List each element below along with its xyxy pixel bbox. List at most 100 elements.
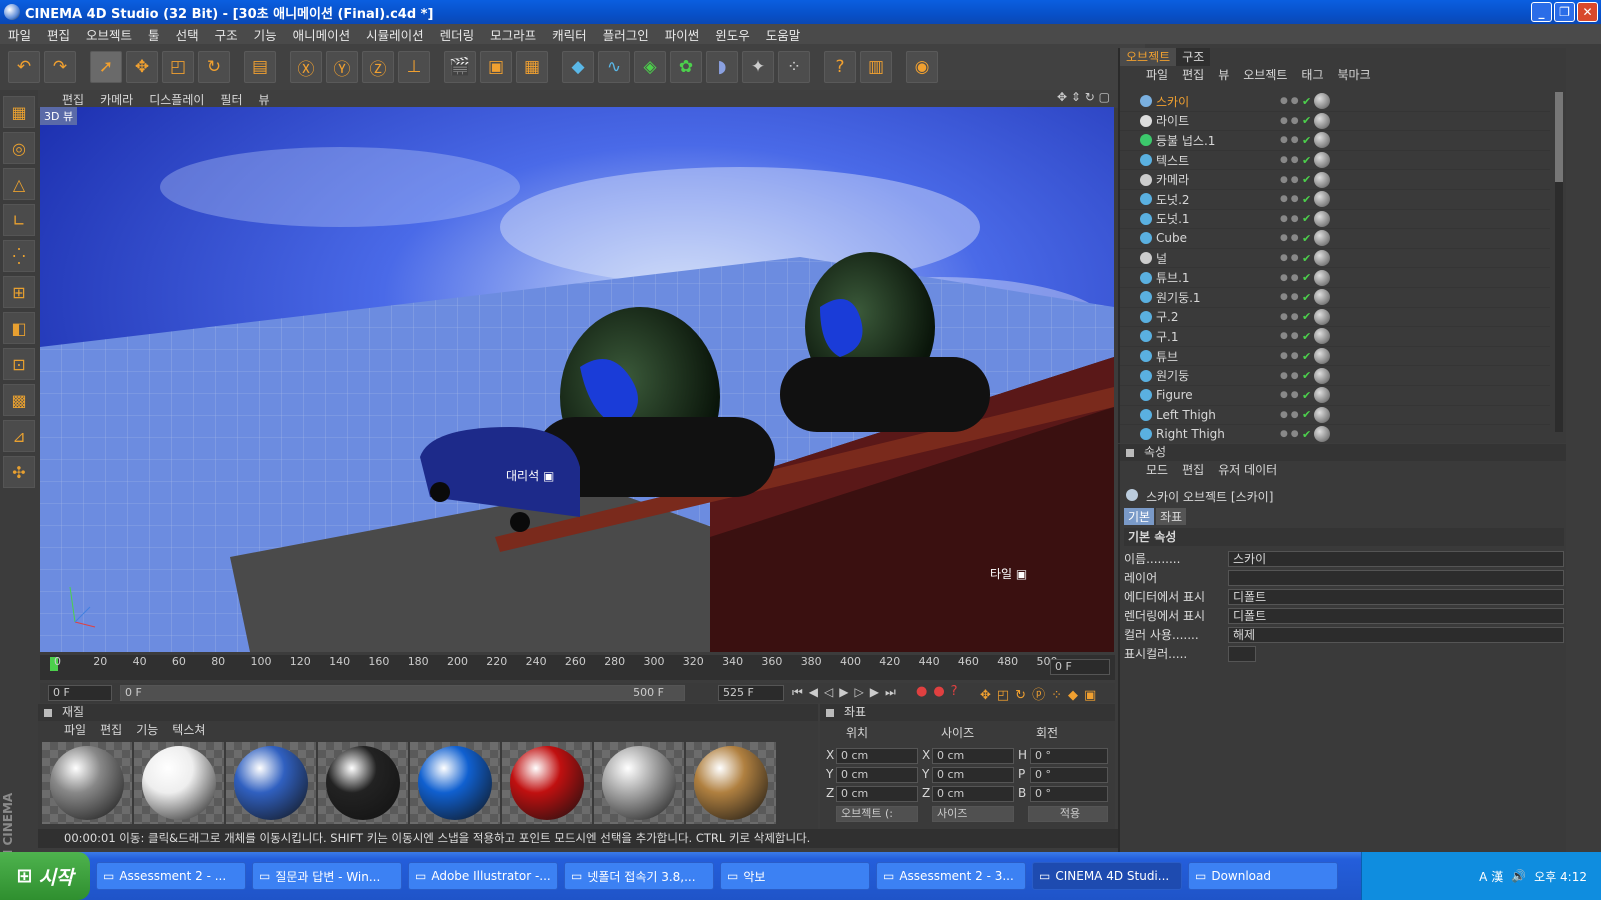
- enable-check-icon[interactable]: ✔: [1302, 310, 1311, 323]
- position-field[interactable]: 0 cm: [836, 786, 918, 802]
- enable-check-icon[interactable]: ✔: [1302, 291, 1311, 304]
- position-field[interactable]: 0 cm: [836, 748, 918, 764]
- move-icon[interactable]: ✥: [126, 51, 158, 83]
- coord-mode-dropdown[interactable]: 오브젝트 (:: [836, 806, 918, 822]
- menu-item[interactable]: 편집: [39, 25, 78, 44]
- nurbs-icon[interactable]: ◈: [634, 51, 666, 83]
- object-menu-item[interactable]: 오브젝트: [1243, 66, 1287, 83]
- material-swatch[interactable]: [594, 742, 684, 824]
- menu-item[interactable]: 파일: [0, 25, 39, 44]
- rotate-icon[interactable]: ↻: [198, 51, 230, 83]
- menu-item[interactable]: 툴: [140, 25, 168, 44]
- material-tag-icon[interactable]: [1314, 191, 1330, 208]
- material-tag-icon[interactable]: [1314, 93, 1330, 110]
- attr-value-field[interactable]: 해제: [1228, 626, 1564, 643]
- enable-check-icon[interactable]: ✔: [1302, 271, 1311, 284]
- enable-check-icon[interactable]: ✔: [1302, 252, 1311, 265]
- material-menu-item[interactable]: 텍스쳐: [172, 721, 205, 738]
- menu-item[interactable]: 애니메이션: [285, 25, 359, 44]
- attr-tab[interactable]: 기본: [1124, 508, 1155, 525]
- material-swatch[interactable]: [502, 742, 592, 824]
- deformer-icon[interactable]: ◗: [706, 51, 738, 83]
- material-swatch[interactable]: [410, 742, 500, 824]
- start-button[interactable]: ⊞ 시작: [0, 852, 90, 900]
- render-view-icon[interactable]: 🎬: [444, 51, 476, 83]
- 3d-viewport[interactable]: 3D 뷰 대리석 ▣ 타일 ▣: [40, 107, 1114, 652]
- scene-icon[interactable]: ✦: [742, 51, 774, 83]
- size-field[interactable]: 0 cm: [932, 767, 1014, 783]
- viewport-menu-item[interactable]: 디스플레이: [149, 91, 204, 108]
- object-row[interactable]: 텍스트 ● ● ✔: [1120, 151, 1550, 171]
- attr-menu-item[interactable]: 유저 데이터: [1218, 461, 1277, 478]
- material-swatch[interactable]: [686, 742, 776, 824]
- material-tag-icon[interactable]: [1314, 289, 1330, 306]
- menu-item[interactable]: 도움말: [758, 25, 809, 44]
- material-tag-icon[interactable]: [1314, 367, 1330, 384]
- visibility-dots[interactable]: ● ●: [1280, 312, 1299, 322]
- size-field[interactable]: 0 cm: [932, 786, 1014, 802]
- select-arrow-icon[interactable]: ➚: [90, 51, 122, 83]
- material-tag-icon[interactable]: [1314, 328, 1330, 345]
- points-mode-icon[interactable]: ⁛: [3, 240, 35, 272]
- edges-mode-icon[interactable]: ⊞: [3, 276, 35, 308]
- end-frame-field[interactable]: 525 F: [718, 685, 784, 701]
- viewport-menu-item[interactable]: 편집: [62, 91, 84, 108]
- enable-check-icon[interactable]: ✔: [1302, 95, 1311, 108]
- scale-icon[interactable]: ◰: [162, 51, 194, 83]
- object-row[interactable]: 원기둥 ● ● ✔: [1120, 366, 1550, 386]
- start-frame-field[interactable]: 0 F: [48, 685, 112, 701]
- cube-primitive-icon[interactable]: ◆: [562, 51, 594, 83]
- material-menu-item[interactable]: 편집: [100, 721, 122, 738]
- material-swatch[interactable]: [226, 742, 316, 824]
- enable-check-icon[interactable]: ✔: [1302, 428, 1311, 441]
- viewport-menu-item[interactable]: 필터: [220, 91, 242, 108]
- visibility-dots[interactable]: ● ●: [1280, 253, 1299, 263]
- visibility-dots[interactable]: ● ●: [1280, 214, 1299, 224]
- material-tag-icon[interactable]: [1314, 426, 1330, 443]
- visibility-dots[interactable]: ● ●: [1280, 410, 1299, 420]
- z-axis-icon[interactable]: Ⓩ: [362, 51, 394, 83]
- sculpt-icon[interactable]: ◎: [3, 132, 35, 164]
- object-row[interactable]: Figure ● ● ✔: [1120, 386, 1550, 406]
- enable-check-icon[interactable]: ✔: [1302, 134, 1311, 147]
- taskbar-button[interactable]: ▭ 넷폴더 접속기 3.8,...: [564, 862, 714, 890]
- taskbar-button[interactable]: ▭ 악보: [720, 862, 870, 890]
- help-icon[interactable]: ?: [824, 51, 856, 83]
- keyframe-buttons[interactable]: ✥◰↻ⓟ⁘◆▣: [980, 684, 1102, 703]
- material-tag-icon[interactable]: [1314, 348, 1330, 365]
- close-button[interactable]: ✕: [1577, 2, 1598, 22]
- array-icon[interactable]: ✿: [670, 51, 702, 83]
- object-row[interactable]: 구.1 ● ● ✔: [1120, 327, 1550, 347]
- material-menu-item[interactable]: 파일: [64, 721, 86, 738]
- playback-controls[interactable]: ⏮◀◁▶▷▶⏭: [792, 685, 902, 700]
- enable-check-icon[interactable]: ✔: [1302, 212, 1311, 225]
- object-mode-icon[interactable]: ∟: [3, 204, 35, 236]
- visibility-dots[interactable]: ● ●: [1280, 175, 1299, 185]
- menu-item[interactable]: 기능: [246, 25, 285, 44]
- visibility-dots[interactable]: ● ●: [1280, 135, 1299, 145]
- object-row[interactable]: 도넛.1 ● ● ✔: [1120, 210, 1550, 230]
- material-tag-icon[interactable]: [1314, 387, 1330, 404]
- material-tag-icon[interactable]: [1314, 250, 1330, 267]
- layout-icon[interactable]: ▦: [3, 96, 35, 128]
- material-tag-icon[interactable]: [1314, 171, 1330, 188]
- material-swatch[interactable]: [42, 742, 132, 824]
- render-queue-icon[interactable]: ▥: [860, 51, 892, 83]
- material-swatch[interactable]: [134, 742, 224, 824]
- position-field[interactable]: 0 cm: [836, 767, 918, 783]
- attr-menu-item[interactable]: 편집: [1182, 461, 1204, 478]
- viewport-menu-item[interactable]: 뷰: [259, 91, 270, 108]
- size-mode-dropdown[interactable]: 사이즈: [932, 806, 1014, 822]
- enable-check-icon[interactable]: ✔: [1302, 408, 1311, 421]
- visibility-dots[interactable]: ● ●: [1280, 233, 1299, 243]
- record-buttons[interactable]: ●●?: [916, 684, 964, 699]
- material-tag-icon[interactable]: [1314, 132, 1330, 149]
- ime-icon[interactable]: A 漢: [1479, 868, 1503, 885]
- model-mode-icon[interactable]: △: [3, 168, 35, 200]
- object-row[interactable]: Cube ● ● ✔: [1120, 229, 1550, 249]
- menu-item[interactable]: 시뮬레이션: [358, 25, 432, 44]
- visibility-dots[interactable]: ● ●: [1280, 331, 1299, 341]
- object-row[interactable]: 널 ● ● ✔: [1120, 249, 1550, 269]
- object-row[interactable]: 도넛.2 ● ● ✔: [1120, 190, 1550, 210]
- enable-check-icon[interactable]: ✔: [1302, 232, 1311, 245]
